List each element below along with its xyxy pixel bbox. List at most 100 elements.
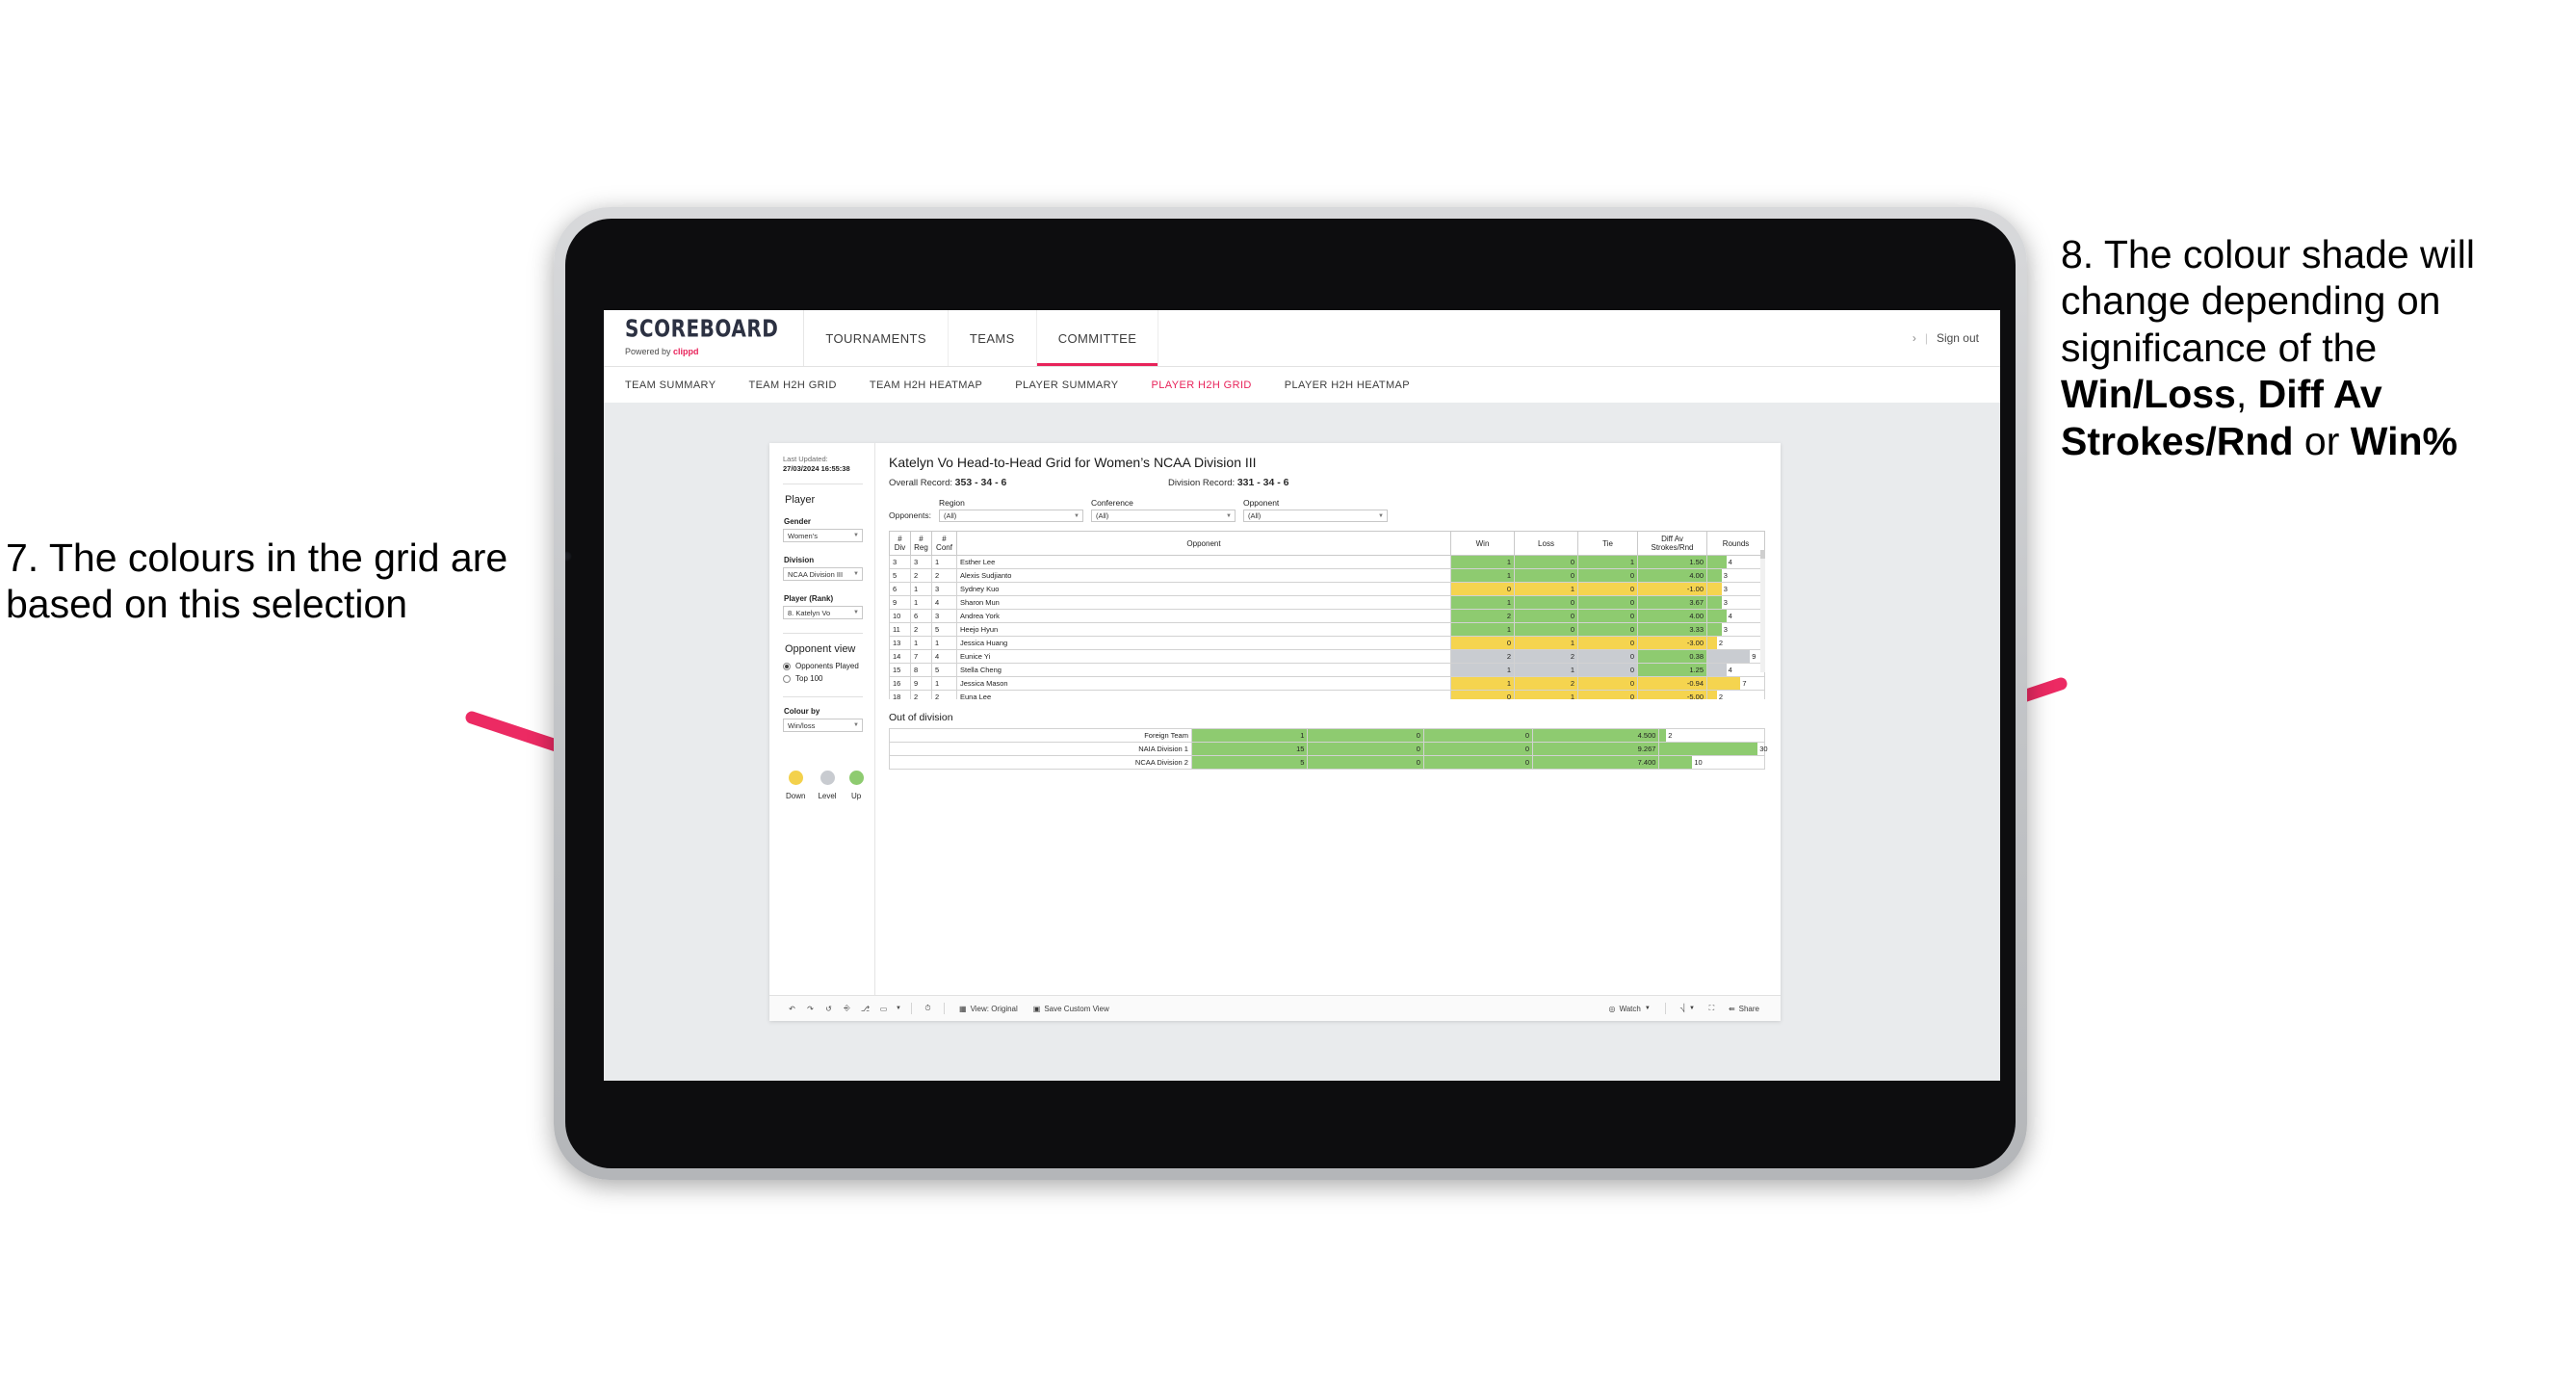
- cell-tie: 0: [1577, 582, 1638, 596]
- table-row[interactable]: 16 9 1 Jessica Mason 1 2 0 -0.94 7: [889, 676, 1765, 691]
- cell-conf: 3: [931, 582, 957, 596]
- cell-rounds: 2: [1706, 636, 1765, 650]
- table-row[interactable]: 9 1 4 Sharon Mun 1 0 0 3.67 3: [889, 595, 1765, 610]
- cell-opponent: Stella Cheng: [956, 663, 1451, 677]
- filter-select[interactable]: (All) ▼: [938, 510, 1083, 522]
- column-header--conf[interactable]: # Conf: [931, 531, 957, 556]
- column-header--div[interactable]: # Div: [889, 531, 911, 556]
- chevron-right-icon[interactable]: ›: [1912, 331, 1916, 345]
- cell-win: 0: [1450, 690, 1515, 699]
- pause-auto-update-icon[interactable]: ⎇: [856, 1005, 874, 1013]
- column-header-diff-av-strokes-rnd[interactable]: Diff Av Strokes/Rnd: [1637, 531, 1707, 556]
- colour-by-select[interactable]: Win/loss ▼: [783, 719, 863, 733]
- legend-label: Down: [786, 792, 806, 801]
- cell-rounds: 9: [1706, 649, 1765, 664]
- table-row[interactable]: 11 2 5 Heejo Hyun 1 0 0 3.33 3: [889, 622, 1765, 637]
- colour-by-label: Colour by: [784, 707, 820, 717]
- cell-loss: 0: [1307, 742, 1424, 756]
- radio-top-100[interactable]: Top 100: [783, 674, 863, 683]
- rounds-value: 3: [1723, 597, 1728, 607]
- chevron-down-icon[interactable]: ▼: [893, 1006, 904, 1011]
- app-logo[interactable]: SCOREBOARD Powered by clippd: [604, 310, 805, 366]
- table-row[interactable]: 14 7 4 Eunice Yi 2 2 0 0.38 9: [889, 649, 1765, 664]
- column-header-opponent[interactable]: Opponent: [956, 531, 1451, 556]
- table-row[interactable]: NAIA Division 1 15 0 0 9.267 30: [889, 742, 1768, 756]
- rounds-bar: [1659, 743, 1758, 755]
- legend-dot-icon: [820, 771, 835, 786]
- column-header-tie[interactable]: Tie: [1577, 531, 1638, 556]
- column-header-win[interactable]: Win: [1450, 531, 1515, 556]
- undo-icon[interactable]: ↶: [783, 1005, 801, 1013]
- filter-select[interactable]: (All) ▼: [1242, 510, 1388, 522]
- legend-dot-icon: [788, 771, 803, 786]
- radio-label: Top 100: [795, 674, 823, 684]
- save-custom-view-button[interactable]: ▣ Save Custom View: [1026, 1005, 1117, 1013]
- view-original-button[interactable]: ▦ View: Original: [951, 1005, 1026, 1013]
- watch-button[interactable]: ◎ Watch ▼: [1600, 1005, 1657, 1013]
- cell-conf: 1: [931, 636, 957, 650]
- cell-diff-av-strokes: 7.400: [1532, 755, 1660, 770]
- dashboard-toolbar: ↶ ↷ ↺ ⎆ ⎇ ▭ ▼ ⏱ ▦ View: Original ▣ Save …: [769, 995, 1781, 1021]
- rounds-value: 4: [1728, 557, 1732, 566]
- revert-icon[interactable]: ↺: [820, 1005, 838, 1013]
- cell-loss: 0: [1514, 622, 1578, 637]
- table-row[interactable]: 10 6 3 Andrea York 2 0 0 4.00 4: [889, 609, 1765, 623]
- filter-select[interactable]: (All) ▼: [1090, 510, 1236, 522]
- redo-icon[interactable]: ↷: [801, 1005, 820, 1013]
- cell-div: 5: [889, 568, 911, 583]
- subnav-item-player-h2h-grid[interactable]: PLAYER H2H GRID: [1152, 379, 1268, 391]
- filter-value: 8. Katelyn Vo: [788, 608, 831, 617]
- column-header--reg[interactable]: # Reg: [910, 531, 932, 556]
- nav-item-committee[interactable]: COMMITTEE: [1036, 310, 1159, 366]
- cell-diff-av-strokes: -0.94: [1637, 676, 1707, 691]
- rect-select-icon[interactable]: ▭: [874, 1005, 893, 1013]
- chevron-down-icon: ▼: [1644, 1006, 1651, 1011]
- table-row[interactable]: 18 2 2 Euna Lee 0 1 0 -5.00 2: [889, 690, 1765, 699]
- cell-tie: 1: [1577, 555, 1638, 569]
- rounds-value: 4: [1728, 665, 1732, 674]
- rounds-value: 3: [1723, 570, 1728, 580]
- web-app-viewport: SCOREBOARD Powered by clippd TOURNAMENTS…: [604, 310, 2000, 1081]
- filter-select-gender[interactable]: Women’s ▼: [783, 529, 863, 543]
- subnav-item-team-h2h-grid[interactable]: TEAM H2H GRID: [748, 379, 852, 391]
- subnav-item-player-h2h-heatmap[interactable]: PLAYER H2H HEATMAP: [1285, 379, 1426, 391]
- player-section-title: Player: [785, 494, 816, 507]
- grid-scrollbar-thumb[interactable]: [1760, 550, 1765, 559]
- cell-rounds: 7: [1706, 676, 1765, 691]
- fullscreen-icon[interactable]: ⛶: [1703, 1004, 1721, 1013]
- cell-opponent: Sydney Kuo: [956, 582, 1451, 596]
- share-button[interactable]: ⇚ Share: [1721, 1005, 1767, 1013]
- history-icon[interactable]: ⏱: [919, 1004, 937, 1013]
- refresh-data-icon[interactable]: ⎆: [838, 1004, 856, 1013]
- subnav-item-team-summary[interactable]: TEAM SUMMARY: [625, 379, 732, 391]
- filter-value: (All): [1095, 511, 1109, 520]
- download-button[interactable]: ⎷ ▼: [1673, 1004, 1703, 1013]
- rounds-value: 2: [1718, 692, 1723, 699]
- table-row[interactable]: Foreign Team 1 0 0 4.500 2: [889, 728, 1765, 743]
- chevron-down-icon: ▼: [853, 722, 859, 729]
- sign-out-link[interactable]: Sign out: [1937, 331, 1979, 345]
- cell-tie: 0: [1422, 728, 1534, 743]
- table-row[interactable]: 3 3 1 Esther Lee 1 0 1 1.50 4: [889, 555, 1765, 569]
- nav-item-tournaments[interactable]: TOURNAMENTS: [804, 310, 949, 366]
- table-row[interactable]: 5 2 2 Alexis Sudjianto 1 0 0 4.00 3: [889, 568, 1765, 583]
- grid-scrollbar[interactable]: [1760, 550, 1765, 672]
- tablet-device-frame: SCOREBOARD Powered by clippd TOURNAMENTS…: [554, 207, 2027, 1180]
- filter-select-player-rank-[interactable]: 8. Katelyn Vo ▼: [783, 606, 863, 620]
- table-row[interactable]: 6 1 3 Sydney Kuo 0 1 0 -1.00 3: [889, 582, 1765, 596]
- table-header-row: # Div # Reg # Conf Opponent Win Loss Tie Diff Av St…: [889, 531, 1765, 556]
- table-row[interactable]: NCAA Division 2 5 0 0 7.400 10: [889, 755, 1765, 770]
- column-header-rounds[interactable]: Rounds: [1706, 531, 1765, 556]
- cell-div: 16: [889, 676, 911, 691]
- filter-label-gender: Gender: [784, 517, 812, 527]
- out-of-division-body: Foreign Team 1 0 0 4.500 2 NAIA Division 1 15 0 0…: [889, 728, 1768, 770]
- chevron-down-icon: ▼: [853, 610, 859, 616]
- radio-opponents-played[interactable]: Opponents Played: [783, 662, 863, 670]
- nav-item-teams[interactable]: TEAMS: [949, 310, 1037, 366]
- filter-select-division[interactable]: NCAA Division III ▼: [783, 567, 863, 582]
- column-header-loss[interactable]: Loss: [1514, 531, 1578, 556]
- table-row[interactable]: 13 1 1 Jessica Huang 0 1 0 -3.00 2: [889, 636, 1765, 650]
- subnav-item-player-summary[interactable]: PLAYER SUMMARY: [1015, 379, 1134, 391]
- table-row[interactable]: 15 8 5 Stella Cheng 1 1 0 1.25 4: [889, 663, 1765, 677]
- subnav-item-team-h2h-heatmap[interactable]: TEAM H2H HEATMAP: [870, 379, 999, 391]
